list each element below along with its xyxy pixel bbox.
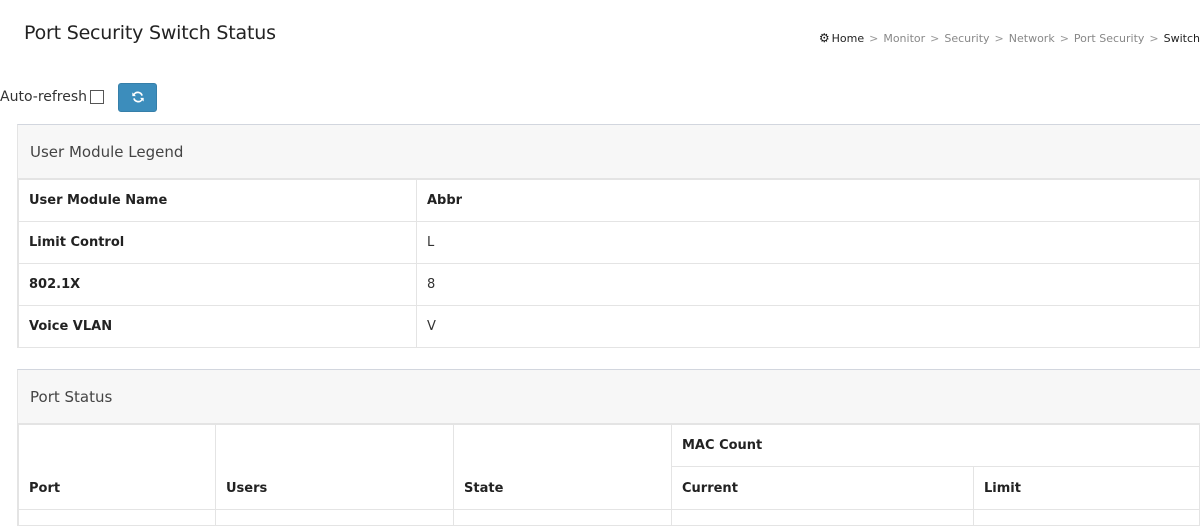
legend-module-abbr: 8 xyxy=(416,263,1200,306)
breadcrumb-separator: > xyxy=(994,31,1004,45)
port-status-panel-title: Port Status xyxy=(18,370,1200,424)
legend-module-name: 802.1X xyxy=(18,263,417,306)
breadcrumb-separator: > xyxy=(1149,31,1159,45)
breadcrumb-home-label: Home xyxy=(831,31,865,45)
legend-table: User Module Name Abbr Limit Control L 80… xyxy=(18,179,1200,348)
breadcrumb-monitor[interactable]: Monitor xyxy=(883,32,925,45)
column-current: Current xyxy=(671,466,974,510)
legend-module-abbr: V xyxy=(416,305,1200,348)
breadcrumb-security[interactable]: Security xyxy=(944,32,989,45)
breadcrumb-separator: > xyxy=(869,31,879,45)
column-mac-count: MAC Count xyxy=(671,424,1200,467)
legend-module-name: Limit Control xyxy=(18,221,417,264)
auto-refresh-checkbox[interactable] xyxy=(90,90,105,104)
breadcrumb-separator: > xyxy=(1059,31,1069,45)
table-row: 802.1X 8 xyxy=(18,263,1200,306)
breadcrumb-network[interactable]: Network xyxy=(1009,32,1055,45)
breadcrumb: ⚙ Home > Monitor > Security > Network > … xyxy=(819,31,1200,45)
legend-column-abbr: Abbr xyxy=(416,179,1200,222)
table-row: Limit Control L xyxy=(18,221,1200,264)
legend-column-name: User Module Name xyxy=(18,179,417,222)
auto-refresh-label: Auto-refresh xyxy=(0,89,88,105)
user-module-legend-panel: User Module Legend User Module Name Abbr… xyxy=(17,124,1200,348)
table-cell xyxy=(18,509,216,526)
legend-module-name: Voice VLAN xyxy=(18,305,417,348)
breadcrumb-home[interactable]: ⚙ Home xyxy=(819,31,864,45)
home-icon: ⚙ xyxy=(818,31,830,45)
legend-header-row: User Module Name Abbr xyxy=(18,179,1200,222)
refresh-icon xyxy=(131,91,144,103)
breadcrumb-port-security[interactable]: Port Security xyxy=(1074,32,1144,45)
port-status-panel: Port Status Port Users State MAC Count C… xyxy=(17,369,1200,526)
table-row: Voice VLAN V xyxy=(18,305,1200,348)
breadcrumb-switch: Switch xyxy=(1163,31,1200,45)
table-cell xyxy=(215,509,454,526)
column-port: Port xyxy=(18,424,216,510)
port-status-header-row: Port Users State MAC Count xyxy=(18,424,1200,510)
refresh-button[interactable] xyxy=(118,82,158,112)
table-cell xyxy=(453,509,672,526)
table-cell xyxy=(671,509,974,526)
port-status-table: Port Users State MAC Count Current Limit xyxy=(18,424,1200,526)
column-users: Users xyxy=(215,424,454,510)
table-row xyxy=(18,509,1200,526)
column-limit: Limit xyxy=(973,466,1200,510)
legend-module-abbr: L xyxy=(416,221,1200,264)
column-state: State xyxy=(453,424,672,510)
toolbar: Auto-refresh xyxy=(0,82,158,112)
table-cell xyxy=(973,509,1200,526)
page-title: Port Security Switch Status xyxy=(24,22,276,44)
legend-panel-title: User Module Legend xyxy=(18,125,1200,179)
breadcrumb-separator: > xyxy=(930,31,940,45)
